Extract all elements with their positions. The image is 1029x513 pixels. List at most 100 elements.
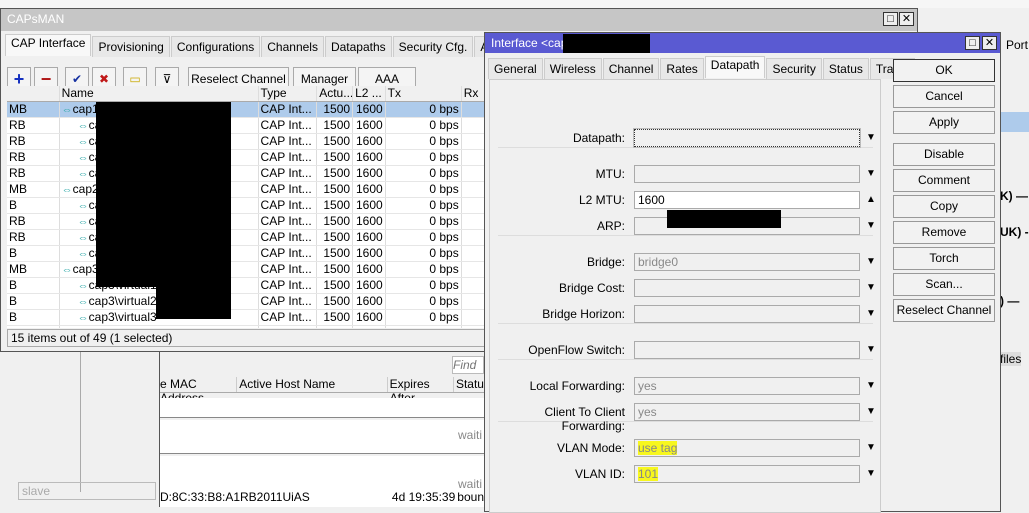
row-flags: RB — [7, 229, 60, 246]
row-rx: 0 b — [461, 261, 485, 278]
row-l2mtu: 1600 — [352, 133, 386, 150]
field-bridge[interactable]: bridge0 — [634, 253, 860, 271]
close-button[interactable]: ✕ — [899, 12, 914, 26]
dropdown-arrow-icon[interactable]: ▼ — [866, 256, 876, 267]
row-rx: 0 b — [461, 149, 485, 166]
column-header[interactable]: Actu... — [316, 86, 354, 102]
field-mtu[interactable] — [634, 165, 860, 183]
row-name-text: cap1 — [72, 101, 99, 116]
row-type: CAP Int... — [258, 293, 318, 310]
dropdown-arrow-icon[interactable]: ▼ — [866, 406, 876, 417]
table-row[interactable]: RB⇔cap1\virtual3-CAP Int...150016000 bps… — [7, 149, 485, 166]
row-l2mtu: 1600 — [352, 245, 386, 262]
column-header[interactable]: L2 ... — [352, 86, 386, 102]
table-row[interactable]: MB⇔cap1 CAP Int...150016000 bps0 b — [7, 101, 485, 118]
capsman-titlebar[interactable]: CAPsMAN □ ✕ — [1, 9, 917, 31]
row-rx: 0 b — [461, 101, 485, 118]
redaction — [667, 210, 781, 228]
field-client-to-client-forwarding[interactable]: yes — [634, 403, 860, 421]
slave-field[interactable]: slave — [18, 482, 156, 500]
table-row[interactable]: RB⇔cap2\virtual3-CAP Int...150016000 bps… — [7, 229, 485, 246]
maximize-button[interactable]: □ — [883, 12, 898, 26]
torch-button[interactable]: Torch — [893, 247, 995, 270]
table-row[interactable]: B ⇔cap3\virtual2- CAP Int...150016000 bps0… — [7, 293, 485, 310]
dropdown-arrow-icon[interactable]: ▼ — [866, 344, 876, 355]
tab-security[interactable]: Security — [766, 58, 822, 79]
dropdown-arrow-icon[interactable]: ▼ — [866, 168, 876, 179]
column-header[interactable]: Name — [59, 86, 259, 102]
remove-button[interactable]: Remove — [893, 221, 995, 244]
field-local-forwarding[interactable]: yes — [634, 377, 860, 395]
row-flags: B — [7, 277, 60, 294]
field-datapath[interactable] — [633, 128, 861, 148]
ok-button[interactable]: OK — [893, 59, 995, 82]
tab-channel[interactable]: Channel — [602, 58, 660, 79]
tab-rates[interactable]: Rates — [660, 58, 704, 79]
row-tx: 0 bps — [385, 133, 462, 150]
find-input[interactable] — [452, 356, 484, 374]
tab-datapath[interactable]: Datapath — [704, 56, 766, 78]
tab-wireless[interactable]: Wireless — [543, 58, 602, 79]
dropdown-arrow-icon[interactable]: ▼ — [866, 282, 876, 293]
row-flags: B — [7, 293, 60, 310]
table-row[interactable]: B⇔cap2\virtual1-CAP Int...150016000 bps0… — [7, 197, 485, 214]
field-bridge-horizon[interactable] — [634, 305, 860, 323]
interface-icon: ⇔ — [77, 151, 89, 164]
close-button[interactable]: ✕ — [982, 36, 997, 50]
tab-cap-interface[interactable]: CAP Interface — [5, 34, 92, 56]
dropdown-arrow-icon[interactable]: ▼ — [866, 468, 876, 479]
apply-button[interactable]: Apply — [893, 111, 995, 134]
tab-channels[interactable]: Channels — [261, 36, 324, 57]
row-rx: 0 b — [461, 293, 485, 310]
table-row[interactable]: MB⇔cap3-CAP Int...150016000 bps0 b — [7, 261, 485, 278]
tab-configurations[interactable]: Configurations — [170, 36, 261, 57]
lease-row[interactable]: D:8C:33:B8:A1 RB2011UiAS 4d 19:35:39 bou… — [160, 490, 484, 504]
maximize-button[interactable]: □ — [965, 36, 980, 50]
row-tx: 0 bps — [385, 165, 462, 182]
field-vlan-id[interactable]: 101 — [634, 465, 860, 483]
dropdown-arrow-icon[interactable]: ▼ — [866, 308, 876, 319]
window-title: CAPsMAN — [7, 12, 65, 26]
table-row[interactable]: RB⇔cap1\virtual2-CAP Int...150016000 bps… — [7, 133, 485, 150]
tab-general[interactable]: General — [488, 58, 543, 79]
dropdown-arrow-icon[interactable]: ▼ — [866, 220, 876, 231]
table-row[interactable]: B⇔cap3\virtual3-CAP Int...150016000 bps0… — [7, 309, 485, 326]
scan-button[interactable]: Scan... — [893, 273, 995, 296]
datapath-form: Datapath: ▼ MTU: ▼ L2 MTU: 1600 ▲ ARP: ▼ Bridge: b… — [489, 79, 881, 513]
tab-status[interactable]: Status — [822, 58, 869, 79]
disable-button[interactable]: Disable — [893, 143, 995, 166]
table-row[interactable]: RB⇔cap2\virtual2-CAP Int...150016000 bps… — [7, 213, 485, 230]
field-openflow-switch[interactable] — [634, 341, 860, 359]
table-row[interactable]: RB⇔cap1\virtual4-CAP Int...150016000 bps… — [7, 165, 485, 182]
row-rx: 0 b — [461, 133, 485, 150]
field-l2-mtu[interactable]: 1600 — [634, 191, 860, 209]
dropdown-arrow-icon[interactable]: ▼ — [866, 380, 876, 391]
column-header[interactable]: Type — [258, 86, 318, 102]
tab-datapaths[interactable]: Datapaths — [324, 36, 392, 57]
column-header[interactable]: Tx — [385, 86, 462, 102]
table-row[interactable]: B⇔cap3\virtual4-CAP Int...150016000 bps0… — [7, 325, 485, 328]
table-row[interactable]: B⇔cap3\virtual1-CAP Int...150016000 bps0… — [7, 277, 485, 294]
row-flags: RB — [7, 133, 60, 150]
copy-button[interactable]: Copy — [893, 195, 995, 218]
cancel-button[interactable]: Cancel — [893, 85, 995, 108]
col-mac[interactable]: e MAC Address — [160, 377, 238, 405]
col-expires[interactable]: Expires After — [388, 377, 454, 405]
column-header[interactable]: Rx — [461, 86, 485, 102]
dropdown-arrow-icon[interactable]: ▲ — [866, 194, 876, 205]
dropdown-arrow-icon[interactable]: ▼ — [866, 132, 876, 143]
table-row[interactable]: B⇔cap2\virtual4-CAP Int...150016000 bps0… — [7, 245, 485, 262]
tab-security-cfg-[interactable]: Security Cfg. — [392, 36, 474, 57]
comment-button[interactable]: Comment — [893, 169, 995, 192]
tab-provisioning[interactable]: Provisioning — [92, 36, 170, 57]
column-header[interactable] — [7, 86, 60, 102]
col-status[interactable]: Statu — [454, 377, 484, 392]
table-row[interactable]: RB⇔cap1\virtual1-CAP Int...150016000 bps… — [7, 117, 485, 134]
field-bridge-cost[interactable] — [634, 279, 860, 297]
table-row[interactable]: MB⇔cap2-CAP Int...150016000 bps0 b — [7, 181, 485, 198]
dropdown-arrow-icon[interactable]: ▼ — [866, 442, 876, 453]
reselect-channel-button[interactable]: Reselect Channel — [893, 299, 995, 322]
field-vlan-mode[interactable]: use tag — [634, 439, 860, 457]
col-host[interactable]: Active Host Name — [237, 377, 388, 392]
interface-icon: ⇔ — [78, 328, 89, 329]
